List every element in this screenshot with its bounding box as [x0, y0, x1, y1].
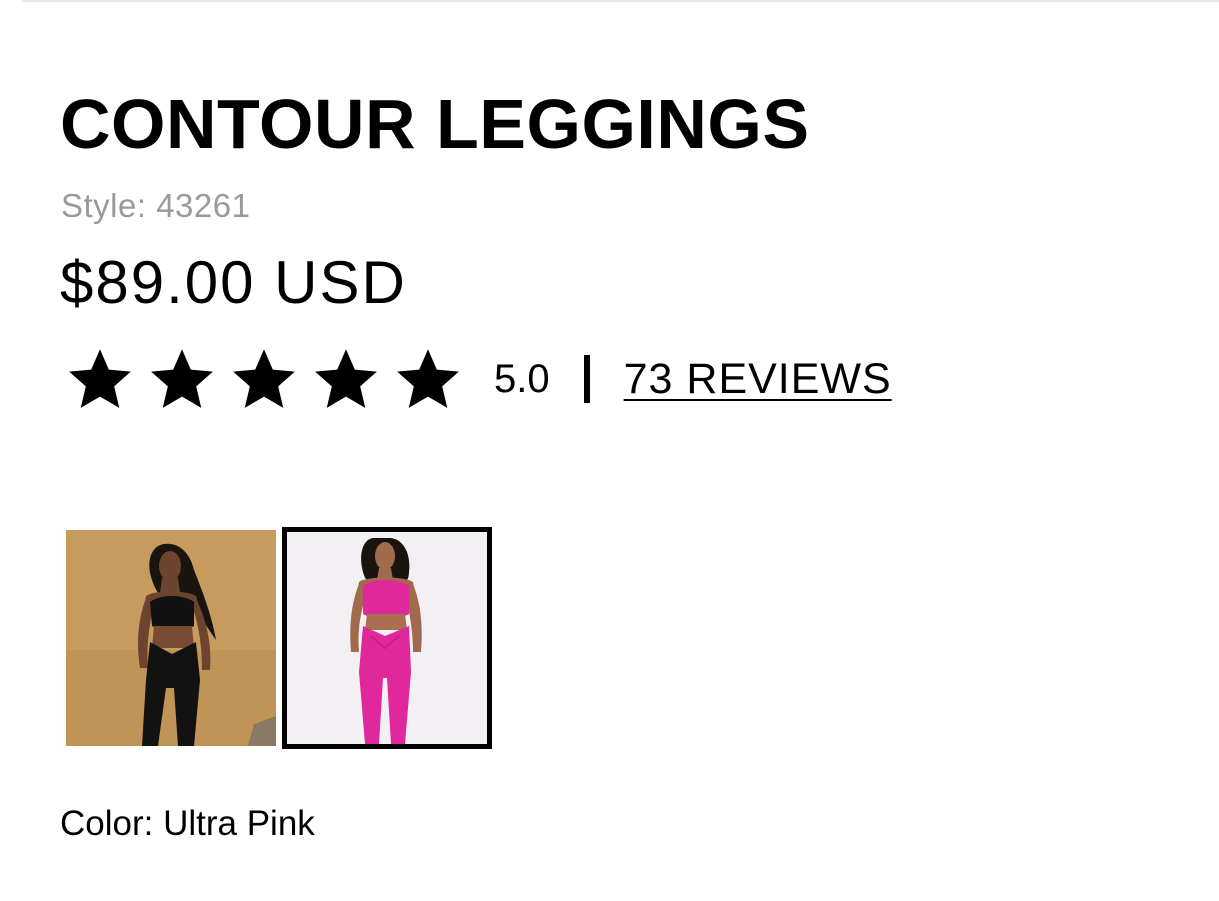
product-price: $89.00 USD	[60, 249, 407, 316]
rating-separator	[583, 355, 590, 403]
star-icon	[233, 349, 295, 408]
model-black-outfit-image	[66, 530, 276, 746]
product-detail-page: CONTOUR LEGGINGS Style: 43261 $89.00 USD…	[0, 0, 1219, 901]
selected-color-label: Color: Ultra Pink	[60, 804, 315, 843]
style-number: Style: 43261	[61, 187, 251, 224]
top-divider	[22, 0, 1219, 2]
color-swatches	[66, 527, 492, 749]
product-title: CONTOUR LEGGINGS	[60, 85, 810, 163]
star-icon	[397, 349, 459, 408]
rating-value: 5.0	[494, 357, 550, 401]
star-icon	[315, 349, 377, 408]
star-rating	[64, 345, 474, 413]
star-icon	[69, 349, 131, 408]
swatch-black[interactable]	[66, 530, 276, 746]
swatch-ultra-pink[interactable]	[282, 527, 492, 749]
reviews-link[interactable]: 73 REVIEWS	[624, 354, 892, 404]
rating-row: 5.0 73 REVIEWS	[64, 344, 892, 414]
star-icon	[151, 349, 213, 408]
model-pink-outfit-image	[287, 532, 487, 744]
